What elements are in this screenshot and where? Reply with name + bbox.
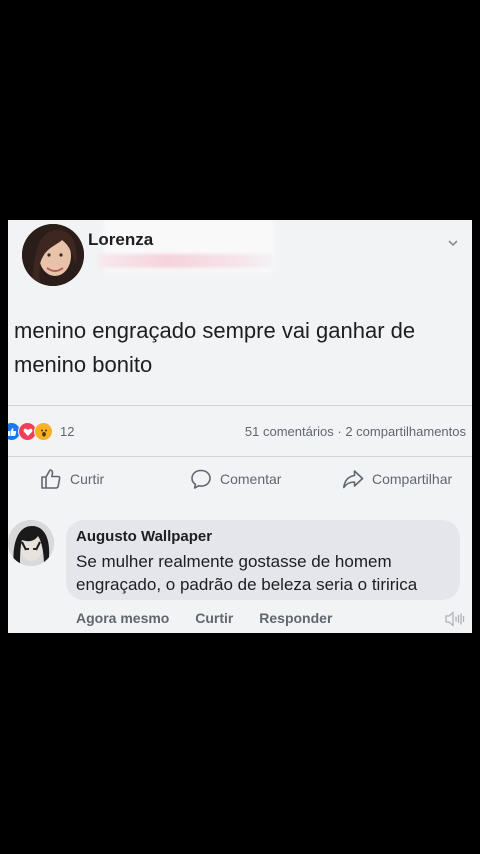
facebook-post-card: Lorenza menino engraçado sempre vai ganh… — [8, 220, 472, 633]
comment-author-name[interactable]: Augusto Wallpaper — [76, 528, 212, 545]
commenter-avatar[interactable] — [8, 520, 54, 566]
thumbs-up-icon — [41, 469, 61, 489]
comment-bubble: Augusto Wallpaper Se mulher realmente go… — [66, 520, 460, 600]
haha-reaction-icon — [34, 422, 53, 441]
like-button-label: Curtir — [70, 471, 105, 487]
speaker-icon[interactable] — [444, 610, 466, 628]
comment-meta: Agora mesmo Curtir Responder — [76, 610, 354, 626]
comment-text: Se mulher realmente gostasse de homem en… — [76, 552, 418, 594]
blurred-subtitle — [98, 254, 273, 268]
comment-button-label: Comentar — [220, 471, 282, 487]
post-body-text: menino engraçado sempre vai ganhar de me… — [14, 318, 416, 377]
speech-bubble-icon — [191, 469, 211, 489]
post-stats[interactable]: 51 comentários · 2 compartilhamentos — [245, 424, 466, 439]
comment-timestamp: Agora mesmo — [76, 610, 170, 626]
post-actions-bar: Curtir Comentar Compartilhar — [8, 468, 472, 498]
chevron-down-icon[interactable] — [448, 238, 458, 248]
reaction-count: 12 — [60, 424, 75, 439]
share-arrow-icon — [343, 470, 364, 489]
like-button[interactable]: Curtir — [40, 468, 104, 490]
comment-like-button[interactable]: Curtir — [195, 610, 233, 626]
comment-reply-button[interactable]: Responder — [259, 610, 332, 626]
comment-button[interactable]: Comentar — [190, 468, 281, 490]
share-button[interactable]: Compartilhar — [342, 468, 452, 490]
author-avatar[interactable] — [22, 224, 84, 286]
reactions-summary[interactable]: 12 — [8, 422, 74, 441]
share-button-label: Compartilhar — [372, 471, 453, 487]
post-author-name[interactable]: Lorenza — [88, 230, 153, 250]
divider — [8, 405, 472, 406]
divider — [8, 456, 472, 457]
